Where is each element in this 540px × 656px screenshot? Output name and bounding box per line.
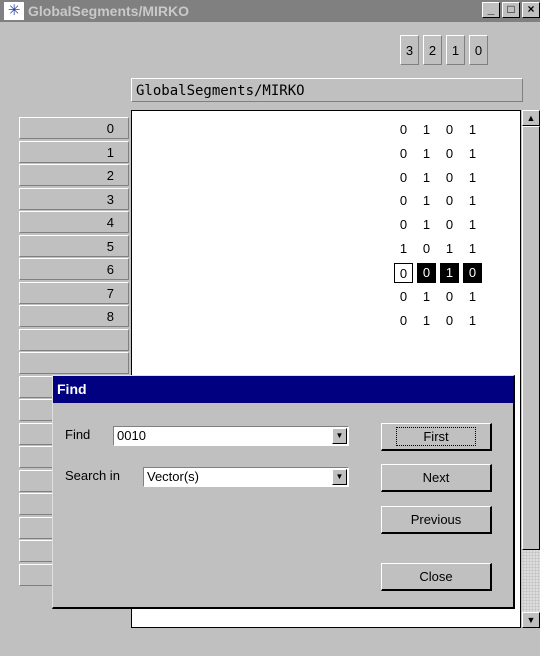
bit-cell[interactable]: 1: [463, 239, 482, 259]
row-header-empty[interactable]: [19, 352, 129, 374]
bit-cell[interactable]: 0: [463, 263, 482, 283]
bit-header-0[interactable]: 0: [469, 35, 488, 65]
bit-cell[interactable]: 1: [463, 287, 482, 307]
scroll-down-arrow-icon[interactable]: ▼: [522, 612, 540, 628]
maximize-button[interactable]: □: [502, 2, 520, 18]
window-title: GlobalSegments/MIRKO: [28, 3, 190, 19]
bit-cell[interactable]: 1: [417, 120, 436, 140]
bit-cell[interactable]: 1: [417, 144, 436, 164]
find-combobox[interactable]: 0010 ▼: [113, 426, 349, 446]
table-row[interactable]: 0 1 0 1: [394, 120, 486, 142]
table-row[interactable]: 0 1 0 1: [394, 311, 486, 333]
search-in-value: Vector(s): [147, 469, 200, 484]
find-value: 0010: [117, 428, 146, 443]
bit-cell[interactable]: 1: [417, 311, 436, 331]
scrollbar-thumb[interactable]: [522, 126, 540, 550]
table-row[interactable]: 0 1 0 1: [394, 191, 486, 213]
bit-cell[interactable]: 1: [417, 168, 436, 188]
chevron-down-icon[interactable]: ▼: [332, 428, 347, 444]
bit-cell[interactable]: 1: [463, 120, 482, 140]
bit-cell[interactable]: 0: [440, 120, 459, 140]
bit-header-1[interactable]: 1: [446, 35, 465, 65]
bit-cell[interactable]: 0: [440, 215, 459, 235]
bit-cell[interactable]: 1: [463, 191, 482, 211]
bit-cell[interactable]: 1: [394, 239, 413, 259]
bit-cell[interactable]: 0: [394, 168, 413, 188]
bit-cell[interactable]: 1: [463, 168, 482, 188]
table-row[interactable]: 0 1 0 1: [394, 287, 486, 309]
row-header[interactable]: 5: [19, 234, 129, 257]
bit-cell[interactable]: 0: [417, 239, 436, 259]
segment-column-header[interactable]: GlobalSegments/MIRKO: [131, 78, 523, 102]
table-row-selected[interactable]: 0 0 1 0: [394, 263, 486, 285]
row-header[interactable]: 7: [19, 281, 129, 304]
bit-cell[interactable]: 0: [394, 215, 413, 235]
bit-cell[interactable]: 0: [394, 120, 413, 140]
bit-cell[interactable]: 0: [394, 311, 413, 331]
bit-cell[interactable]: 1: [463, 215, 482, 235]
bit-cell[interactable]: 0: [394, 191, 413, 211]
row-header[interactable]: 4: [19, 211, 129, 233]
row-header[interactable]: 0: [19, 117, 129, 139]
table-row[interactable]: 0 1 0 1: [394, 144, 486, 166]
bit-cell[interactable]: 1: [417, 287, 436, 307]
bit-cell[interactable]: 1: [463, 311, 482, 331]
bit-cell[interactable]: 1: [440, 263, 459, 283]
row-header-empty[interactable]: [19, 328, 129, 351]
find-label: Find: [65, 427, 91, 442]
close-button[interactable]: Close: [381, 563, 492, 591]
row-header[interactable]: 2: [19, 164, 129, 186]
row-header[interactable]: 1: [19, 140, 129, 163]
bit-cell[interactable]: 0: [440, 311, 459, 331]
table-row[interactable]: 0 1 0 1: [394, 168, 486, 190]
bit-cell[interactable]: 0: [394, 287, 413, 307]
chevron-down-icon[interactable]: ▼: [332, 469, 347, 485]
row-header[interactable]: 8: [19, 305, 129, 327]
bit-cell-focused[interactable]: 0: [394, 263, 413, 283]
previous-button[interactable]: Previous: [381, 506, 492, 534]
search-in-label: Search in: [65, 468, 120, 483]
bit-header-3[interactable]: 3: [400, 35, 419, 65]
bit-cell[interactable]: 1: [417, 191, 436, 211]
search-in-combobox[interactable]: Vector(s) ▼: [143, 467, 349, 487]
bit-cell[interactable]: 1: [417, 215, 436, 235]
window-controls: _ □ ×: [480, 2, 540, 18]
table-row[interactable]: 0 1 0 1: [394, 215, 486, 237]
minimize-button[interactable]: _: [482, 2, 500, 18]
bit-cell[interactable]: 0: [440, 144, 459, 164]
bit-header-2[interactable]: 2: [423, 35, 442, 65]
vertical-scrollbar[interactable]: ▲ ▼: [522, 110, 540, 628]
find-dialog-title[interactable]: Find: [53, 376, 513, 403]
row-header[interactable]: 3: [19, 187, 129, 210]
row-header[interactable]: 6: [19, 258, 129, 280]
table-row[interactable]: 1 0 1 1: [394, 239, 486, 261]
bit-cell[interactable]: 0: [394, 144, 413, 164]
bit-cell[interactable]: 0: [440, 168, 459, 188]
bit-cell[interactable]: 1: [440, 239, 459, 259]
bit-cell[interactable]: 1: [463, 144, 482, 164]
close-window-button[interactable]: ×: [522, 2, 540, 18]
snowflake-app-icon[interactable]: ✳: [4, 2, 24, 20]
window-titlebar[interactable]: ✳ GlobalSegments/MIRKO _ □ ×: [0, 0, 540, 22]
scroll-up-arrow-icon[interactable]: ▲: [522, 110, 540, 126]
bit-cell[interactable]: 0: [440, 191, 459, 211]
first-button[interactable]: First: [381, 423, 492, 451]
bit-cell[interactable]: 0: [440, 287, 459, 307]
next-button[interactable]: Next: [381, 464, 492, 492]
bit-cell[interactable]: 0: [417, 263, 436, 283]
find-dialog: Find Find 0010 ▼ Search in Vector(s) ▼ F…: [52, 375, 515, 609]
first-button-label: First: [396, 427, 476, 446]
bit-column-headers: 3 2 1 0: [400, 35, 492, 65]
